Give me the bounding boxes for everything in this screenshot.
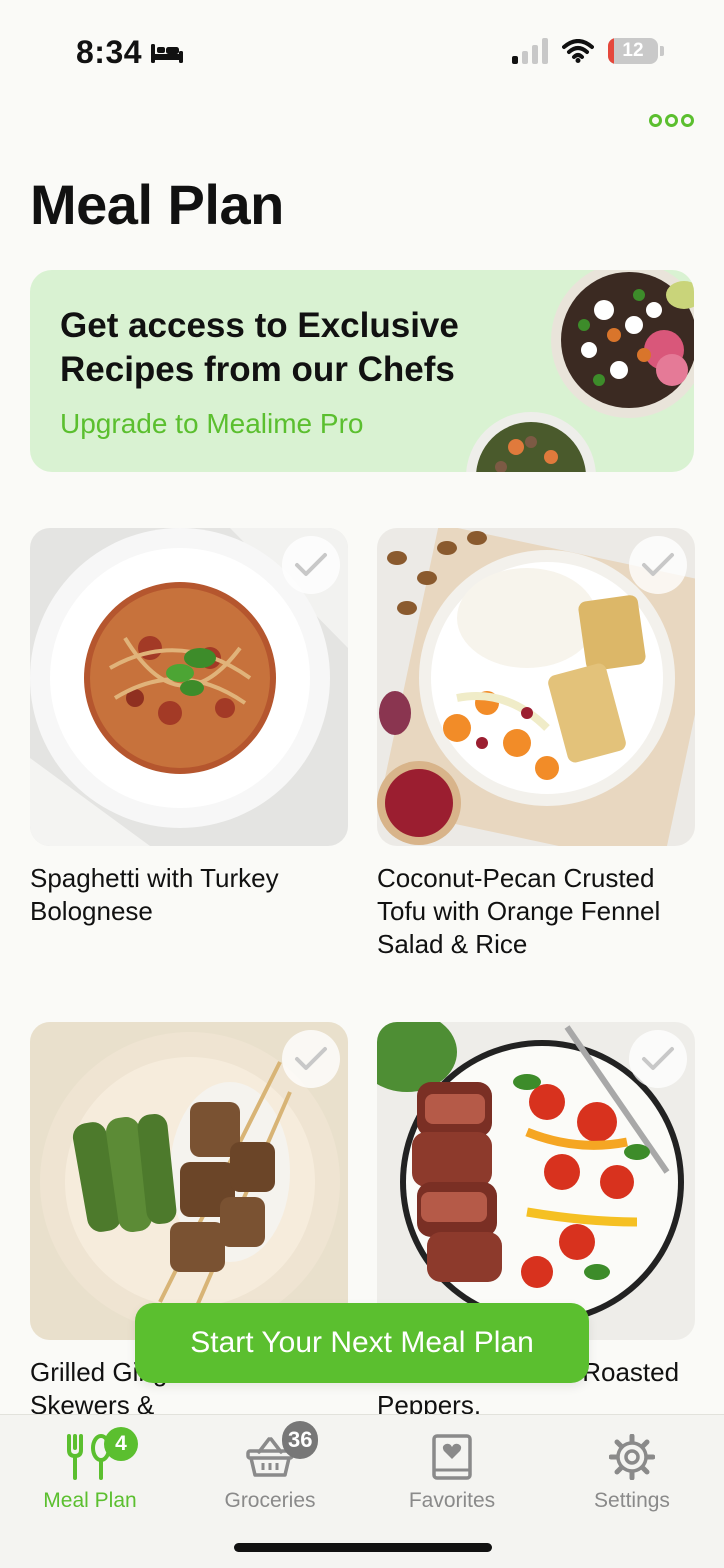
salad-bowl-image: [551, 270, 694, 418]
time-text: 8:34: [76, 34, 143, 70]
check-icon[interactable]: [282, 1030, 340, 1088]
tab-favorites[interactable]: Favorites: [372, 1429, 532, 1513]
recipe-image: [30, 1022, 348, 1340]
battery-icon: 12: [608, 38, 658, 64]
tab-label: Settings: [594, 1489, 670, 1512]
status-bar: 8:34 12: [0, 0, 724, 100]
heart-book-icon: [432, 1434, 472, 1480]
tab-meal-plan[interactable]: 4 Meal Plan: [10, 1427, 170, 1513]
meal-plan-badge: 4: [104, 1427, 138, 1461]
start-meal-plan-button[interactable]: Start Your Next Meal Plan: [135, 1303, 589, 1383]
recipe-image: [377, 528, 695, 846]
home-indicator[interactable]: [234, 1543, 492, 1552]
more-options-icon[interactable]: [649, 114, 694, 127]
check-icon[interactable]: [282, 536, 340, 594]
recipe-card[interactable]: Spaghetti with Turkey Bolognese: [30, 528, 348, 928]
recipe-title: Spaghetti with Turkey Bolognese: [30, 863, 279, 926]
tab-label: Meal Plan: [43, 1489, 137, 1512]
sleep-bed-icon: [151, 43, 184, 63]
upgrade-link[interactable]: Upgrade to Mealime Pro: [60, 408, 363, 440]
recipe-image: [377, 1022, 695, 1340]
status-icons: 12: [512, 38, 664, 64]
groceries-badge: 36: [282, 1421, 319, 1459]
recipe-card[interactable]: Coconut-Pecan Crusted Tofu with Orange F…: [377, 528, 695, 961]
soup-bowl-image: [466, 412, 596, 472]
check-icon[interactable]: [629, 536, 687, 594]
upgrade-promo-banner[interactable]: Get access to Exclusive Recipes from our…: [30, 270, 694, 472]
recipe-image: [30, 528, 348, 846]
gear-icon: [609, 1434, 655, 1480]
tab-groceries[interactable]: 36 Groceries: [190, 1421, 350, 1513]
meal-plan-screen: 8:34 12 Meal Plan Get access to Exclusiv…: [0, 0, 724, 1568]
page-title: Meal Plan: [30, 173, 284, 236]
tab-settings[interactable]: Settings: [552, 1429, 712, 1513]
promo-title: Get access to Exclusive Recipes from our…: [60, 306, 459, 389]
status-time: 8:34: [76, 34, 184, 71]
wifi-icon: [562, 39, 594, 63]
recipe-title: Coconut-Pecan Crusted Tofu with Orange F…: [377, 863, 661, 959]
battery-level: 12: [622, 40, 644, 61]
tab-label: Groceries: [224, 1489, 316, 1512]
cellular-signal-icon: [512, 38, 548, 64]
check-icon[interactable]: [629, 1030, 687, 1088]
tab-label: Favorites: [408, 1489, 496, 1512]
